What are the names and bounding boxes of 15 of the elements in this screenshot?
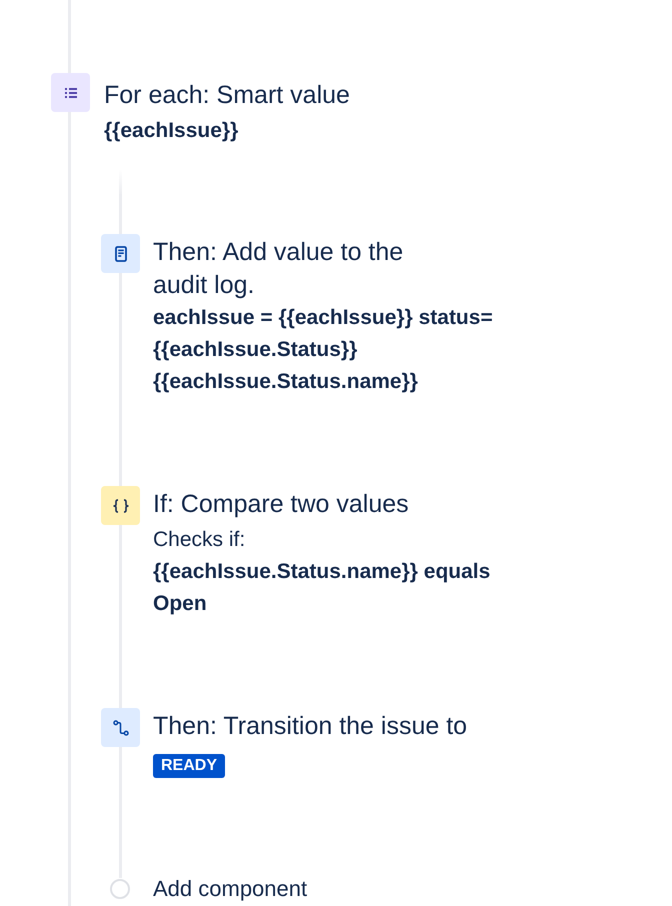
braces-icon — [101, 486, 140, 525]
step-detail: {{eachIssue.Status.name}} equals Open — [153, 559, 492, 617]
list-icon — [51, 73, 90, 112]
step-title: Then: Add value to the audit log. — [153, 237, 404, 301]
smart-value: {{eachIssue}} — [104, 118, 240, 144]
step-caption: Checks if: — [153, 527, 246, 553]
route-icon — [101, 708, 140, 747]
status-badge: READY — [153, 754, 226, 778]
step-title: Then: Transition the issue to — [153, 711, 468, 742]
loop-title: For each: Smart value — [104, 80, 350, 111]
step-title: If: Compare two values — [153, 489, 410, 520]
document-icon — [101, 234, 140, 273]
step-detail: eachIssue = {{eachIssue}} status= {{eachIssue.Status}} {{eachIssue.Status.name}} — [153, 305, 494, 395]
circle-icon — [110, 879, 130, 899]
add-component-button[interactable]: Add component — [110, 878, 308, 900]
